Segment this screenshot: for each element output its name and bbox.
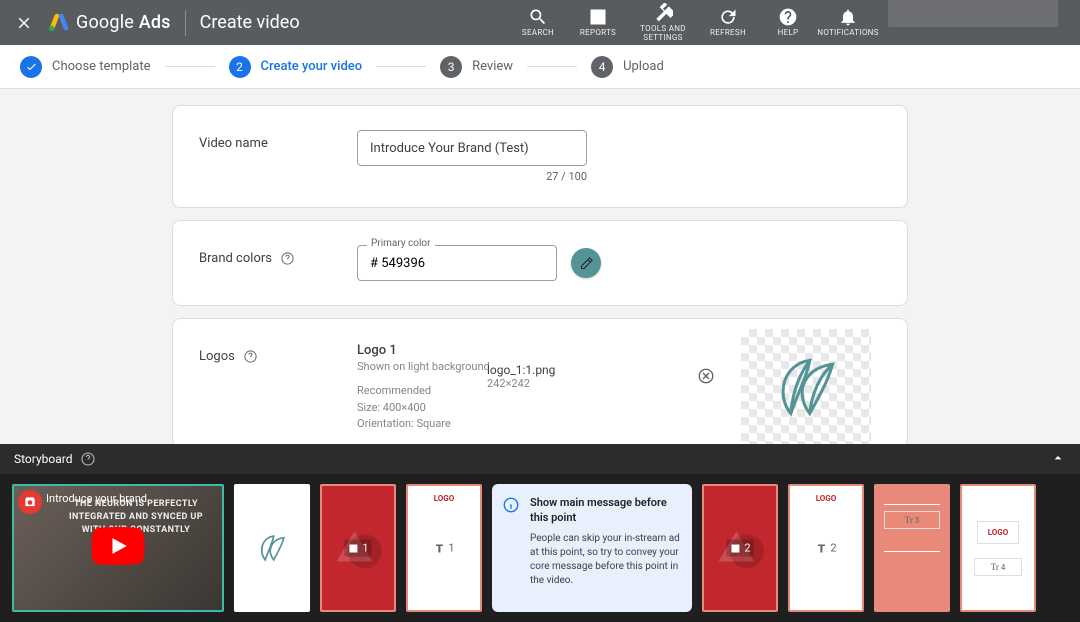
refresh-icon	[718, 7, 738, 27]
scene-text-4[interactable]: LOGO Tr 4	[960, 484, 1036, 612]
notifications-action[interactable]: NOTIFICATIONS	[818, 0, 878, 46]
video-name-input[interactable]	[357, 130, 587, 166]
scene-badge: 1	[344, 540, 371, 557]
product-name: Google Ads	[76, 12, 171, 33]
play-button[interactable]	[91, 527, 145, 569]
step-review[interactable]: 3 Review	[440, 56, 513, 78]
camera-icon	[23, 495, 37, 509]
image-icon	[729, 542, 741, 554]
step-create-video[interactable]: 2 Create your video	[229, 56, 363, 78]
leaf-icon	[768, 349, 844, 425]
topbar-actions: SEARCH REPORTS TOOLS AND SETTINGS REFRES…	[508, 0, 1076, 46]
collapse-storyboard-button[interactable]	[1050, 450, 1066, 469]
logo-file-info: logo_1:1.png 242×242	[487, 363, 555, 390]
storyboard-header: Storyboard	[0, 444, 1080, 474]
scene-image-1[interactable]: 1	[320, 484, 396, 612]
step-upload[interactable]: 4 Upload	[591, 56, 664, 78]
video-name-label: Video name	[199, 130, 357, 183]
logo-chip: LOGO	[977, 521, 1020, 544]
scene-text-3[interactable]: Tr 3	[874, 484, 950, 612]
tools-icon	[653, 3, 673, 23]
storyboard-title: Storyboard	[14, 452, 72, 466]
close-icon	[15, 14, 33, 32]
channel-avatar	[18, 490, 42, 514]
ads-logo-icon	[48, 12, 70, 34]
search-icon	[528, 7, 548, 27]
scene-image-2[interactable]: 2	[702, 484, 778, 612]
reports-icon	[588, 7, 608, 27]
stepper-line	[376, 66, 426, 67]
help-icon[interactable]	[243, 349, 258, 364]
color-picker-button[interactable]	[571, 248, 601, 278]
primary-color-input[interactable]	[357, 245, 557, 281]
stepper: Choose template 2 Create your video 3 Re…	[0, 45, 1080, 89]
video-title: Introduce your brand	[46, 492, 147, 505]
search-action[interactable]: SEARCH	[508, 0, 568, 46]
page-title: Create video	[200, 12, 300, 33]
info-title: Show main message before this point	[530, 496, 680, 526]
storyboard-panel: Storyboard THE NEURON IS PERFECTLY INTEG…	[0, 444, 1080, 622]
help-icon[interactable]	[280, 251, 295, 266]
info-body: People can skip your in-stream ad at thi…	[530, 532, 680, 588]
eyedropper-icon	[579, 256, 594, 271]
stepper-line	[165, 66, 215, 67]
scene-badge: 2	[812, 540, 839, 557]
header-divider	[185, 10, 186, 36]
logo-chip: LOGO	[790, 486, 862, 503]
scene-badge: 2	[726, 540, 753, 557]
youtube-play-icon	[91, 527, 145, 565]
account-chip[interactable]	[888, 0, 1058, 27]
char-counter: 27 / 100	[357, 170, 587, 183]
help-icon	[778, 7, 798, 27]
chevron-up-icon	[1050, 450, 1066, 466]
close-button[interactable]	[4, 3, 44, 43]
bell-icon	[838, 7, 858, 27]
scene-text-2[interactable]: LOGO 2	[788, 484, 864, 612]
leaf-icon	[255, 531, 289, 565]
tools-action[interactable]: TOOLS AND SETTINGS	[628, 0, 698, 46]
brand-colors-card: Brand colors Primary color	[172, 220, 908, 306]
logo-chip: LOGO	[408, 486, 480, 503]
scene-badge: 1	[430, 540, 457, 557]
logos-label: Logos	[199, 349, 235, 364]
google-ads-logo: Google Ads	[48, 12, 171, 34]
primary-color-legend: Primary color	[367, 238, 435, 249]
help-icon[interactable]	[80, 451, 96, 467]
logos-card: Logos Logo 1 Shown on light background R…	[172, 318, 908, 444]
reports-action[interactable]: REPORTS	[568, 0, 628, 46]
remove-logo-button[interactable]	[697, 367, 715, 389]
storyboard-strip[interactable]: THE NEURON IS PERFECTLY INTEGRATED AND S…	[0, 474, 1080, 622]
logo-preview	[741, 329, 871, 444]
stepper-line	[527, 66, 577, 67]
text-icon	[433, 542, 445, 554]
image-icon	[347, 542, 359, 554]
remove-icon	[697, 367, 715, 385]
scene-text-1[interactable]: LOGO 1	[406, 484, 482, 612]
help-action[interactable]: HELP	[758, 0, 818, 46]
check-icon	[25, 60, 38, 73]
brand-colors-label: Brand colors	[199, 251, 272, 266]
step-choose-template[interactable]: Choose template	[20, 56, 151, 78]
info-icon	[502, 496, 520, 514]
skip-info-card: Show main message before this point Peop…	[492, 484, 692, 612]
main-content: Video name 27 / 100 Brand colors Primary…	[0, 89, 1080, 444]
scene-logo-white[interactable]	[234, 484, 310, 612]
video-name-card: Video name 27 / 100	[172, 105, 908, 208]
text-icon	[815, 542, 827, 554]
refresh-action[interactable]: REFRESH	[698, 0, 758, 46]
scene-video-preview[interactable]: THE NEURON IS PERFECTLY INTEGRATED AND S…	[12, 484, 224, 612]
top-header: Google Ads Create video SEARCH REPORTS T…	[0, 0, 1080, 45]
